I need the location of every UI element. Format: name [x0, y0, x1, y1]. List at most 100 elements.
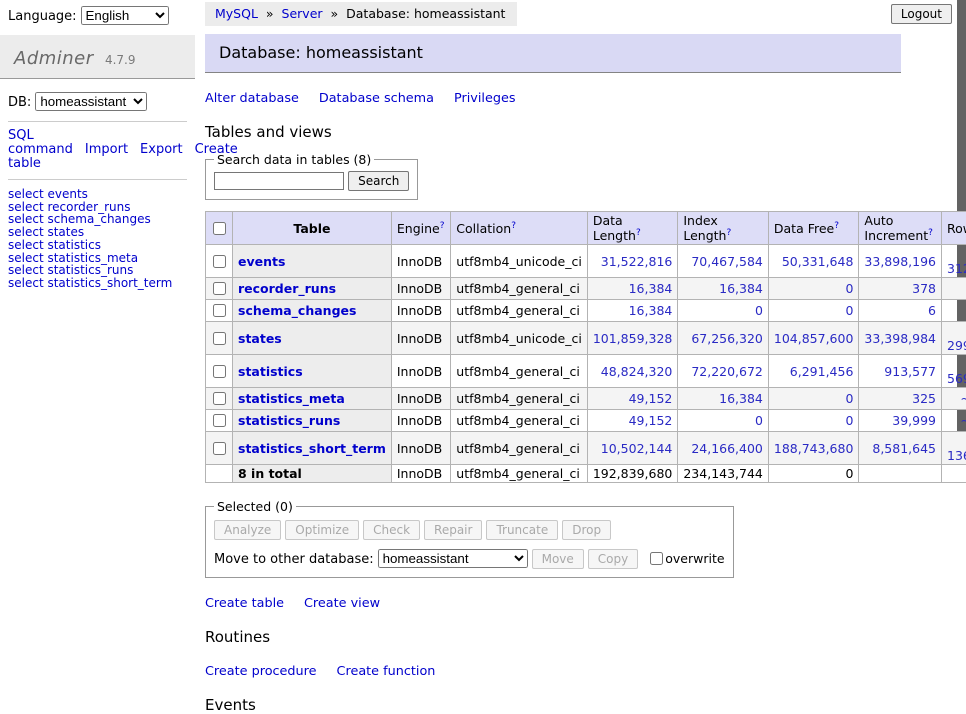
sidebar-select-statistics[interactable]: select statistics: [8, 239, 187, 252]
repair-button[interactable]: Repair: [424, 520, 482, 540]
data-free-value-statistics_runs[interactable]: 0: [845, 413, 853, 428]
auto-increment-value-schema_changes[interactable]: 6: [928, 303, 936, 318]
overwrite-checkbox[interactable]: [650, 552, 663, 565]
index-length-value-events[interactable]: 70,467,584: [691, 254, 763, 269]
row-checkbox-statistics_runs[interactable]: [213, 414, 226, 427]
check-button[interactable]: Check: [363, 520, 420, 540]
table-link-statistics_meta[interactable]: statistics_meta: [238, 391, 345, 406]
create-table-link[interactable]: Create table: [205, 596, 284, 611]
data-free-value-events[interactable]: 50,331,648: [782, 254, 854, 269]
rows-value-states[interactable]: ~ 299,833: [947, 323, 966, 353]
data-free-value-statistics[interactable]: 6,291,456: [790, 364, 854, 379]
create-function-link[interactable]: Create function: [337, 664, 436, 679]
auto-increment-cell: 33,398,984: [859, 322, 942, 355]
move-db-select[interactable]: homeassistant: [378, 549, 528, 568]
help-icon[interactable]: ?: [511, 221, 516, 231]
help-icon[interactable]: ?: [928, 228, 933, 238]
search-input[interactable]: [214, 172, 344, 190]
table-link-recorder_runs[interactable]: recorder_runs: [238, 281, 336, 296]
sidebar-select-statistics_short_term[interactable]: select statistics_short_term: [8, 277, 187, 290]
analyze-button[interactable]: Analyze: [214, 520, 281, 540]
help-icon[interactable]: ?: [726, 228, 731, 238]
language-select[interactable]: English: [81, 6, 169, 25]
index-length-value-statistics[interactable]: 72,220,672: [691, 364, 763, 379]
row-checkbox-statistics_meta[interactable]: [213, 392, 226, 405]
auto-increment-value-states[interactable]: 33,398,984: [864, 331, 936, 346]
row-checkbox-statistics[interactable]: [213, 365, 226, 378]
optimize-button[interactable]: Optimize: [285, 520, 359, 540]
index-length-value-statistics_meta[interactable]: 16,384: [719, 391, 763, 406]
data-length-value-statistics_runs[interactable]: 49,152: [629, 413, 673, 428]
row-checkbox-events[interactable]: [213, 255, 226, 268]
search-button[interactable]: Search: [348, 171, 409, 191]
data-length-value-statistics_meta[interactable]: 49,152: [629, 391, 673, 406]
select-all-checkbox[interactable]: [213, 222, 226, 235]
table-link-events[interactable]: events: [238, 254, 285, 269]
rows-value-statistics[interactable]: ~ 569,159: [947, 356, 966, 386]
total-row: 8 in totalInnoDButf8mb4_general_ci192,83…: [206, 465, 966, 483]
data-length-value-schema_changes[interactable]: 16,384: [629, 303, 673, 318]
move-button[interactable]: Move: [532, 549, 584, 569]
sidebar-select-states[interactable]: select states: [8, 226, 187, 239]
index-length-value-states[interactable]: 67,256,320: [691, 331, 763, 346]
create-links: Create table Create view: [205, 596, 901, 611]
data-length-value-statistics_short_term[interactable]: 10,502,144: [601, 441, 673, 456]
help-icon[interactable]: ?: [440, 221, 445, 231]
row-checkbox-statistics_short_term[interactable]: [213, 442, 226, 455]
move-label: Move to other database:: [214, 552, 374, 567]
help-icon[interactable]: ?: [834, 221, 839, 231]
data-free-value-statistics_meta[interactable]: 0: [845, 391, 853, 406]
data-free-value-states[interactable]: 104,857,600: [774, 331, 854, 346]
engine-cell: InnoDB: [391, 322, 450, 355]
auto-increment-value-statistics_runs[interactable]: 39,999: [892, 413, 936, 428]
auto-increment-value-recorder_runs[interactable]: 378: [912, 281, 936, 296]
auto-increment-value-statistics_meta[interactable]: 325: [912, 391, 936, 406]
rows-value-statistics_runs[interactable]: ~ 628: [960, 413, 966, 428]
copy-button[interactable]: Copy: [588, 549, 638, 569]
auto-increment-cell: [859, 465, 942, 483]
database-schema-link[interactable]: Database schema: [319, 91, 434, 106]
table-link-statistics[interactable]: statistics: [238, 364, 303, 379]
table-name-cell: recorder_runs: [233, 278, 392, 300]
index-length-value-schema_changes[interactable]: 0: [755, 303, 763, 318]
table-link-schema_changes[interactable]: schema_changes: [238, 303, 356, 318]
help-icon[interactable]: ?: [636, 228, 641, 238]
adminer-logo: Adminer: [14, 48, 94, 69]
data-free-value-statistics_short_term[interactable]: 188,743,680: [774, 441, 854, 456]
truncate-button[interactable]: Truncate: [486, 520, 558, 540]
table-link-statistics_short_term[interactable]: statistics_short_term: [238, 441, 386, 456]
auto-increment-value-events[interactable]: 33,898,196: [864, 254, 936, 269]
db-select[interactable]: homeassistant: [35, 92, 147, 111]
sidebar-select-events[interactable]: select events: [8, 188, 187, 201]
row-checkbox-schema_changes[interactable]: [213, 304, 226, 317]
auto-increment-value-statistics[interactable]: 913,577: [884, 364, 936, 379]
row-checkbox-recorder_runs[interactable]: [213, 282, 226, 295]
table-link-states[interactable]: states: [238, 331, 282, 346]
privileges-link[interactable]: Privileges: [454, 91, 516, 106]
rows-value-statistics_meta[interactable]: ~ 244: [960, 391, 966, 406]
data-free-value-schema_changes[interactable]: 0: [845, 303, 853, 318]
breadcrumb-server[interactable]: Server: [282, 6, 323, 21]
alter-database-link[interactable]: Alter database: [205, 91, 299, 106]
sidebar-action-export[interactable]: Export: [140, 142, 183, 157]
auto-increment-value-statistics_short_term[interactable]: 8,581,645: [872, 441, 936, 456]
create-procedure-link[interactable]: Create procedure: [205, 664, 317, 679]
table-link-statistics_runs[interactable]: statistics_runs: [238, 413, 340, 428]
sidebar-action-sql-command[interactable]: SQL command: [8, 128, 73, 157]
index-length-value-statistics_short_term[interactable]: 24,166,400: [691, 441, 763, 456]
data-length-value-recorder_runs[interactable]: 16,384: [629, 281, 673, 296]
create-view-link[interactable]: Create view: [304, 596, 380, 611]
index-length-value-recorder_runs[interactable]: 16,384: [719, 281, 763, 296]
data-free-value-recorder_runs[interactable]: 0: [845, 281, 853, 296]
row-checkbox-states[interactable]: [213, 332, 226, 345]
index-length-value-statistics_runs[interactable]: 0: [755, 413, 763, 428]
sidebar-action-import[interactable]: Import: [85, 142, 128, 157]
data-length-value-states[interactable]: 101,859,328: [593, 331, 673, 346]
rows-value-statistics_short_term[interactable]: ~ 136,108: [947, 433, 966, 463]
data-length-value-events[interactable]: 31,522,816: [601, 254, 673, 269]
breadcrumb-mysql[interactable]: MySQL: [215, 6, 258, 21]
column-header-data-free: Data Free?: [768, 212, 859, 245]
drop-button[interactable]: Drop: [562, 520, 611, 540]
data-length-value-statistics[interactable]: 48,824,320: [601, 364, 673, 379]
rows-value-events[interactable]: ~ 312,180: [947, 246, 966, 276]
